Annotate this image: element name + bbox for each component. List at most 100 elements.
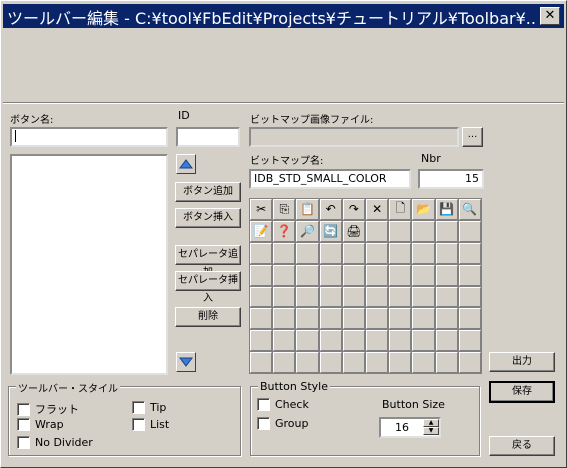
button-name-input[interactable] [10, 127, 168, 147]
bitmap-empty-cell[interactable] [389, 242, 412, 264]
bitmap-icon-cell[interactable]: 🗋 [389, 199, 412, 220]
bitmap-icon-cell[interactable]: ⎘ [273, 199, 296, 220]
bitmap-icon-cell[interactable]: ↷ [342, 199, 365, 220]
bitmap-empty-cell[interactable] [342, 352, 365, 373]
bitmap-empty-cell[interactable] [412, 242, 435, 264]
bitmap-empty-cell[interactable] [435, 242, 458, 264]
bitmap-icon-cell[interactable]: 📝 [250, 220, 273, 242]
bitmap-empty-cell[interactable] [389, 220, 412, 242]
bitmap-empty-cell[interactable] [366, 330, 389, 352]
spin-down-button[interactable]: ▼ [423, 427, 439, 435]
bitmap-empty-cell[interactable] [458, 330, 481, 352]
button-list[interactable] [10, 154, 168, 375]
bitmap-empty-cell[interactable] [250, 242, 273, 264]
bitmap-empty-cell[interactable] [273, 330, 296, 352]
bitmap-empty-cell[interactable] [458, 352, 481, 373]
bitmap-icon-cell[interactable]: 🔍 [458, 199, 481, 220]
tip-checkbox[interactable]: Tip [132, 401, 166, 414]
bitmap-name-input[interactable]: IDB_STD_SMALL_COLOR [249, 169, 411, 189]
bitmap-icon-cell[interactable]: 📂 [412, 199, 435, 220]
bitmap-icon-cell[interactable]: 🖨 [342, 220, 365, 242]
bitmap-empty-cell[interactable] [412, 308, 435, 330]
bitmap-empty-cell[interactable] [435, 264, 458, 286]
bitmap-empty-cell[interactable] [366, 308, 389, 330]
id-input[interactable] [176, 127, 240, 147]
insert-separator-button[interactable]: セパレータ挿入 [175, 271, 241, 304]
bitmap-empty-cell[interactable] [250, 286, 273, 308]
bitmap-icon-cell[interactable]: 💾 [435, 199, 458, 220]
bitmap-empty-cell[interactable] [412, 330, 435, 352]
spin-up-button[interactable]: ▲ [423, 419, 439, 427]
bitmap-empty-cell[interactable] [250, 330, 273, 352]
browse-button[interactable]: ... [462, 127, 483, 147]
bitmap-empty-cell[interactable] [342, 264, 365, 286]
bitmap-empty-cell[interactable] [389, 264, 412, 286]
bitmap-empty-cell[interactable] [412, 352, 435, 373]
bitmap-empty-cell[interactable] [250, 308, 273, 330]
bitmap-empty-cell[interactable] [296, 352, 319, 373]
check-checkbox[interactable]: Check [257, 398, 309, 411]
bitmap-empty-cell[interactable] [342, 308, 365, 330]
bitmap-empty-cell[interactable] [435, 220, 458, 242]
bitmap-empty-cell[interactable] [273, 286, 296, 308]
bitmap-empty-cell[interactable] [296, 330, 319, 352]
bitmap-icon-cell[interactable]: 📋 [296, 199, 319, 220]
add-button-button[interactable]: ボタン追加 [175, 182, 241, 202]
no-divider-checkbox[interactable]: No Divider [17, 436, 93, 449]
bitmap-empty-cell[interactable] [319, 352, 342, 373]
bitmap-empty-cell[interactable] [435, 352, 458, 373]
bitmap-empty-cell[interactable] [366, 220, 389, 242]
bitmap-empty-cell[interactable] [250, 352, 273, 373]
output-button[interactable]: 出力 [489, 352, 555, 372]
bitmap-empty-cell[interactable] [389, 286, 412, 308]
bitmap-empty-cell[interactable] [342, 286, 365, 308]
bitmap-empty-cell[interactable] [319, 264, 342, 286]
bitmap-empty-cell[interactable] [319, 242, 342, 264]
bitmap-empty-cell[interactable] [366, 264, 389, 286]
bitmap-empty-cell[interactable] [458, 308, 481, 330]
bitmap-empty-cell[interactable] [273, 264, 296, 286]
bitmap-empty-cell[interactable] [366, 286, 389, 308]
bitmap-empty-cell[interactable] [296, 264, 319, 286]
bitmap-empty-cell[interactable] [389, 308, 412, 330]
bitmap-empty-cell[interactable] [435, 308, 458, 330]
bitmap-empty-cell[interactable] [435, 286, 458, 308]
list-checkbox[interactable]: List [132, 418, 169, 431]
bitmap-file-input[interactable] [249, 127, 459, 147]
button-size-spinner[interactable]: 16 ▲ ▼ [379, 417, 441, 438]
delete-button[interactable]: 削除 [175, 307, 241, 327]
bitmap-empty-cell[interactable] [319, 286, 342, 308]
bitmap-grid[interactable]: ✂ ⎘ 📋 ↶ ↷ ✕ 🗋 📂 💾 🔍 📝 ❓ 🔎 🔄 🖨 [249, 198, 482, 374]
bitmap-icon-cell[interactable]: ↶ [319, 199, 342, 220]
bitmap-empty-cell[interactable] [412, 264, 435, 286]
bitmap-icon-cell[interactable]: 🔎 [296, 220, 319, 242]
bitmap-icon-cell[interactable]: ✂ [250, 199, 273, 220]
bitmap-empty-cell[interactable] [435, 330, 458, 352]
insert-button-button[interactable]: ボタン挿入 [175, 208, 241, 228]
bitmap-empty-cell[interactable] [273, 242, 296, 264]
bitmap-empty-cell[interactable] [319, 330, 342, 352]
flat-checkbox[interactable]: フラット [17, 401, 79, 417]
bitmap-empty-cell[interactable] [458, 264, 481, 286]
bitmap-empty-cell[interactable] [366, 242, 389, 264]
bitmap-empty-cell[interactable] [342, 242, 365, 264]
nbr-input[interactable]: 15 [418, 169, 484, 189]
bitmap-empty-cell[interactable] [273, 308, 296, 330]
bitmap-empty-cell[interactable] [412, 286, 435, 308]
close-button[interactable]: ✕ [540, 7, 560, 25]
bitmap-empty-cell[interactable] [296, 242, 319, 264]
bitmap-empty-cell[interactable] [319, 308, 342, 330]
bitmap-empty-cell[interactable] [366, 352, 389, 373]
group-checkbox[interactable]: Group [257, 417, 309, 430]
bitmap-icon-cell[interactable]: 🔄 [319, 220, 342, 242]
bitmap-empty-cell[interactable] [458, 242, 481, 264]
add-separator-button[interactable]: セパレータ追加 [175, 245, 241, 278]
wrap-checkbox[interactable]: Wrap [17, 418, 64, 431]
move-down-button[interactable] [176, 352, 196, 372]
move-up-button[interactable] [176, 154, 196, 174]
bitmap-empty-cell[interactable] [458, 220, 481, 242]
back-button[interactable]: 戻る [489, 436, 555, 456]
save-button[interactable]: 保存 [489, 381, 555, 403]
title-bar[interactable]: ツールバー編集 - C:¥tool¥FbEdit¥Projects¥チュートリア… [3, 4, 564, 28]
bitmap-empty-cell[interactable] [458, 286, 481, 308]
